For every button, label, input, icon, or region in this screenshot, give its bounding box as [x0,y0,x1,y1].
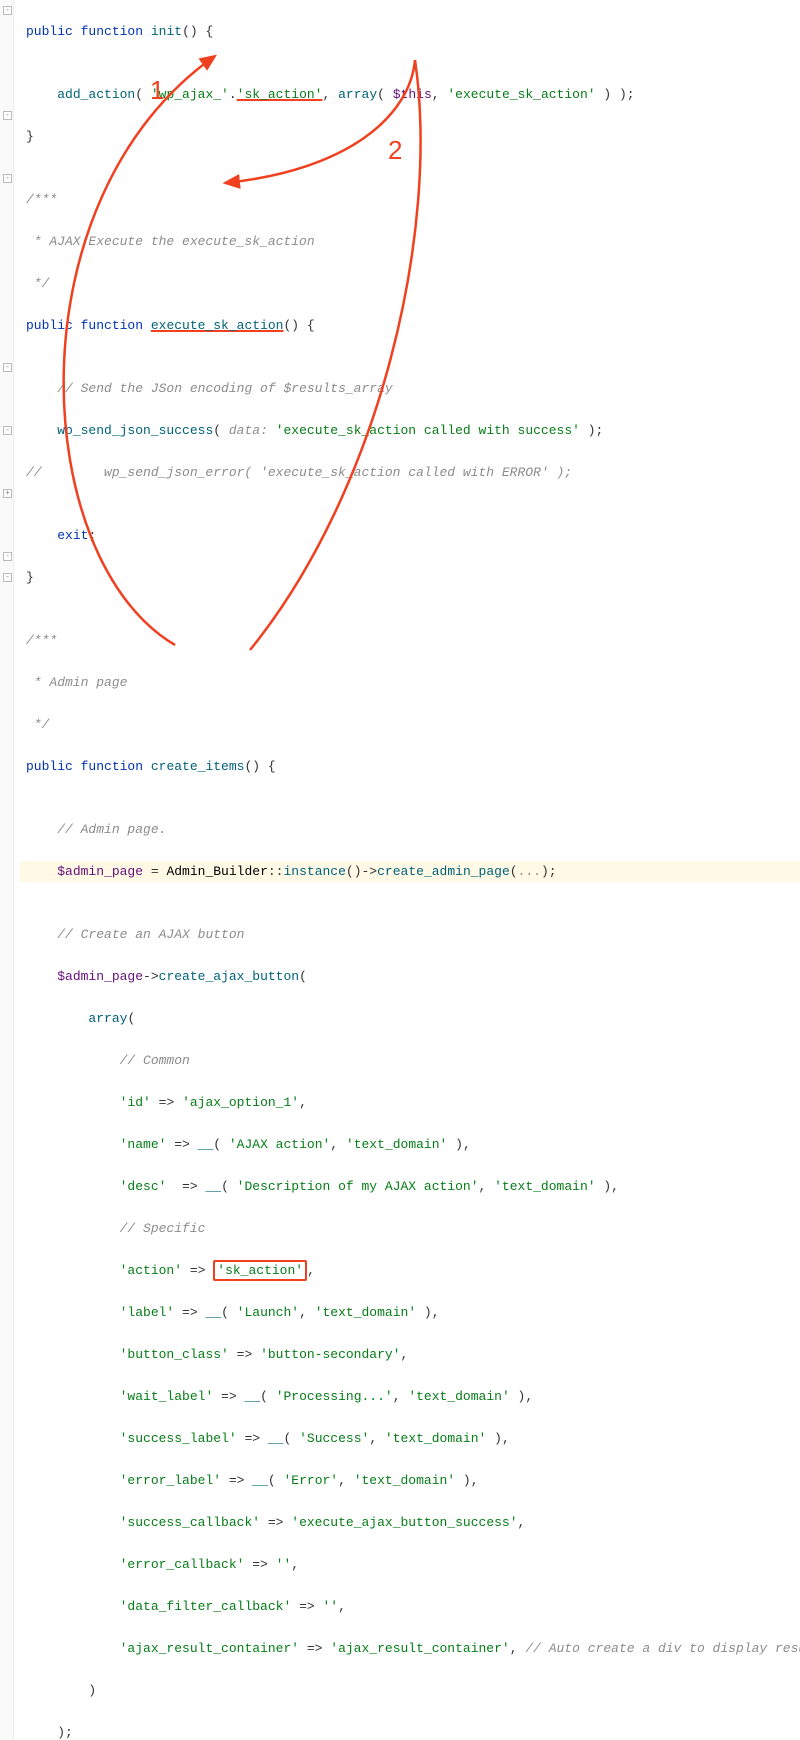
paren: () { [182,24,213,39]
fold-icon[interactable]: - [3,426,12,435]
fn-call: wp_send_json_success [57,423,213,438]
fold-icon[interactable]: - [3,552,12,561]
fn-call: instance [283,864,345,879]
comment: // Common [120,1053,190,1068]
key: 'label' [120,1305,175,1320]
comment: */ [26,276,49,291]
comment: /*** [26,192,57,207]
string: 'execute_sk_action called with success' [276,423,580,438]
keyword: exit [57,528,88,543]
fold-icon[interactable]: - [3,111,12,120]
key: 'ajax_result_container' [120,1641,299,1656]
key: 'success_label' [120,1431,237,1446]
key: 'success_callback' [120,1515,260,1530]
key: 'error_callback' [120,1557,245,1572]
comment: // Admin page. [57,822,166,837]
keyword: public function [26,318,143,333]
key: 'desc' [120,1179,167,1194]
key: 'action' [120,1263,182,1278]
folded-dots[interactable]: ... [518,864,541,879]
paren: ); [57,1725,73,1740]
annotation-label-1: 1 [150,80,164,101]
brace: } [26,570,34,585]
key: 'data_filter_callback' [120,1599,292,1614]
fn-call: add_action [57,87,135,102]
gutter: - - - - - + - - [0,0,14,1740]
comment: // Auto create a div to display result [525,1641,800,1656]
var: $admin_page [57,864,143,879]
value: 'sk_action' [217,1263,303,1278]
key: 'name' [120,1137,167,1152]
comment: // Specific [120,1221,206,1236]
fold-icon[interactable]: + [3,489,12,498]
keyword: public function [26,24,143,39]
comment: // Send the JSon encoding of $results_ar… [57,381,392,396]
var: $admin_page [57,969,143,984]
fold-icon[interactable]: - [3,363,12,372]
fold-icon[interactable]: - [3,573,12,582]
key: 'wait_label' [120,1389,214,1404]
comment: // wp_send_json_error( 'execute_sk_actio… [26,465,572,480]
string: 'execute_sk_action' [447,87,595,102]
comment: * AJAX Execute the execute_sk_action [26,234,315,249]
fn-call: create_admin_page [377,864,510,879]
fn-def-execute: execute_sk_action [151,318,284,333]
keyword: public function [26,759,143,774]
fn-name: init [151,24,182,39]
comment: // Create an AJAX button [57,927,244,942]
comment: /*** [26,633,57,648]
comment: */ [26,717,49,732]
fn-call: array [338,87,377,102]
var: $this [393,87,432,102]
key: 'button_class' [120,1347,229,1362]
paren: ) [88,1683,96,1698]
key: 'id' [120,1095,151,1110]
sk-action-box: 'sk_action' [213,1260,307,1281]
value: 'ajax_option_1' [182,1095,299,1110]
annotation-label-2: 2 [388,140,402,161]
sk-action-string: 'sk_action' [237,87,323,102]
code-editor[interactable]: - - - - - + - - public function init() {… [0,0,800,1740]
fn-call: array [88,1011,127,1026]
comment: * Admin page [26,675,127,690]
key: 'error_label' [120,1473,221,1488]
fold-icon[interactable]: - [3,6,12,15]
class: Admin_Builder [166,864,267,879]
fold-icon[interactable]: - [3,174,12,183]
code-area[interactable]: public function init() { add_action( 'wp… [18,0,800,1740]
fn-name: create_items [151,759,245,774]
brace: } [26,129,34,144]
fn-call: create_ajax_button [159,969,299,984]
param-hint: data: [229,423,268,438]
